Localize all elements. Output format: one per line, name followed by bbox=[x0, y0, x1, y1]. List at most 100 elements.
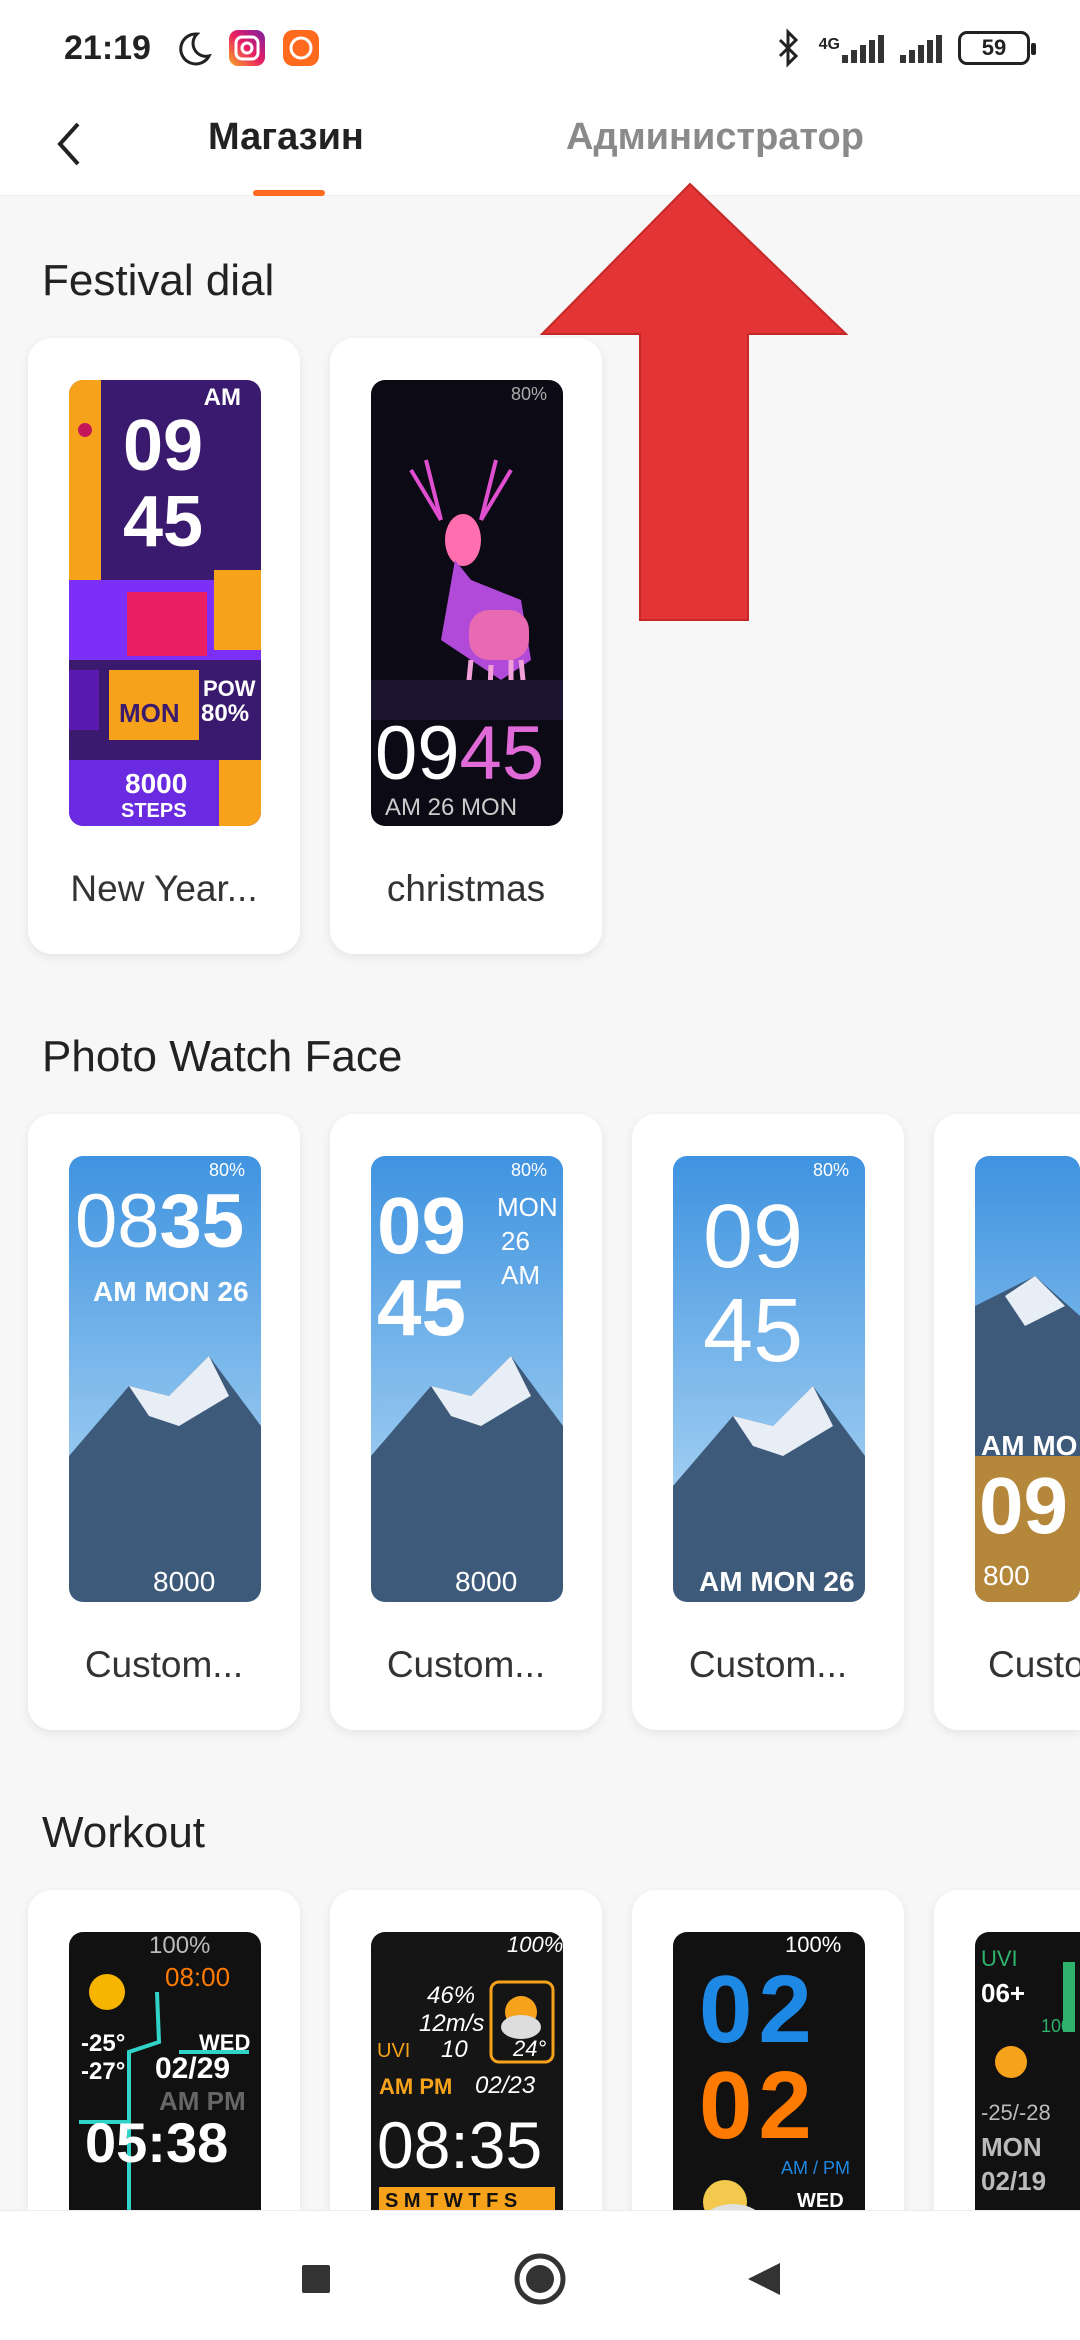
watch-face-name: Custo bbox=[988, 1644, 1080, 1685]
watch-face-card[interactable]: AM 09 45 MON POW 80% 8000 STEPS New Year… bbox=[28, 338, 300, 954]
face-hour: 09 bbox=[703, 1187, 804, 1287]
instagram-icon bbox=[228, 30, 265, 66]
watch-face-card[interactable]: AM MO 09 800 Custo bbox=[934, 1114, 1080, 1730]
face-battery: 100% bbox=[785, 1932, 842, 1957]
face-ampm: AM PM bbox=[379, 2074, 453, 2099]
face-steps-label: STEPS bbox=[121, 800, 187, 822]
watch-face-preview: 80% 09 45 AM MON 26 bbox=[673, 1156, 865, 1602]
face-temp-low: -27° bbox=[81, 2058, 126, 2085]
battery-indicator: 59 bbox=[958, 31, 1036, 65]
watch-face-preview: 100% 08:00 -25° -27° WED 02/29 AM PM 05:… bbox=[69, 1932, 261, 2252]
face-temp-high: -25° bbox=[81, 2030, 126, 2057]
face-date: 26 bbox=[501, 1226, 530, 1256]
chevron-left-icon bbox=[57, 122, 80, 166]
face-minute: 35 bbox=[159, 1179, 245, 1264]
mi-app-icon bbox=[282, 30, 319, 66]
face-battery: 80% bbox=[510, 1160, 547, 1180]
system-nav-bar bbox=[0, 2210, 1080, 2340]
face-steps: 800 bbox=[983, 1560, 1030, 1591]
face-uvi-value: 10 bbox=[441, 2036, 468, 2063]
status-time: 21:19 bbox=[64, 28, 151, 67]
face-uvi-label: UVI bbox=[981, 1946, 1018, 1971]
face-battery: 100% bbox=[507, 1932, 563, 1957]
watch-face-preview: 100% 46% 12m/s UVI 10 24° AM PM 02/23 08… bbox=[371, 1932, 563, 2252]
active-tab-indicator bbox=[253, 190, 325, 196]
face-wind: 12m/s bbox=[419, 2010, 485, 2037]
watch-face-name: Custom... bbox=[688, 1644, 848, 1685]
nav-back-button[interactable] bbox=[734, 2249, 794, 2309]
face-minute: 45 bbox=[703, 1281, 804, 1381]
face-day: MON bbox=[981, 2132, 1042, 2162]
moon-icon bbox=[179, 32, 212, 66]
watch-face-name: christmas bbox=[386, 868, 546, 909]
face-minute: 45 bbox=[377, 1263, 466, 1352]
watch-face-preview: 80% 0945 AM 26 MON bbox=[371, 380, 563, 826]
face-time: 08:35 bbox=[377, 2108, 543, 2182]
tab-administrator[interactable]: Администратор bbox=[566, 116, 864, 159]
triangle-back-icon bbox=[748, 2263, 780, 2295]
face-battery: 80% bbox=[208, 1160, 245, 1180]
face-steps: 8000 bbox=[455, 1566, 518, 1597]
face-hour: 09 bbox=[375, 711, 460, 796]
section-title-festival: Festival dial bbox=[42, 256, 275, 305]
square-recents-icon bbox=[302, 2265, 330, 2293]
face-date: AM MON 26 bbox=[699, 1566, 855, 1597]
circle-home-icon bbox=[514, 2253, 566, 2305]
watch-face-preview: AM MO 09 800 bbox=[975, 1156, 1080, 1602]
face-day: MON bbox=[119, 698, 180, 728]
face-time: 09 bbox=[979, 1461, 1068, 1550]
signal-icon bbox=[842, 33, 884, 63]
face-day: MON bbox=[497, 1192, 558, 1222]
section-title-workout: Workout bbox=[42, 1808, 206, 1857]
watch-face-preview: UVI 06+ 100 -25/-28 MON 02/19 bbox=[975, 1932, 1080, 2252]
face-steps: 8000 bbox=[153, 1566, 216, 1597]
face-date: 02/19 bbox=[981, 2166, 1047, 2196]
face-steps: 8000 bbox=[125, 768, 188, 799]
face-power-value: 80% bbox=[201, 700, 250, 727]
back-button[interactable] bbox=[44, 114, 94, 174]
face-time: 0945 bbox=[375, 716, 544, 792]
tab-store[interactable]: Магазин bbox=[208, 116, 364, 159]
signal-icon bbox=[900, 33, 942, 63]
face-power-label: POW bbox=[203, 676, 256, 701]
face-date: AM 26 MON bbox=[385, 794, 518, 821]
face-hour: 09 bbox=[377, 1181, 466, 1270]
watch-face-name: New Year... bbox=[70, 868, 258, 909]
face-minute: 02 bbox=[699, 2052, 818, 2159]
face-date: AM MO bbox=[981, 1430, 1078, 1461]
face-ampm: AM bbox=[203, 384, 241, 411]
face-time: 0835 bbox=[75, 1184, 244, 1260]
face-hour: 08 bbox=[75, 1179, 160, 1264]
status-bar: 21:19 4G 59 bbox=[0, 0, 1080, 96]
face-date: 02/29 bbox=[155, 2052, 231, 2085]
watch-face-card[interactable]: 80% 0835 AM MON 26 8000 Custom... bbox=[28, 1114, 300, 1730]
face-battery: 80% bbox=[812, 1160, 849, 1180]
section-title-photo: Photo Watch Face bbox=[42, 1032, 403, 1081]
face-time: 05:38 bbox=[85, 2111, 229, 2174]
face-uvi-label: UVI bbox=[377, 2040, 411, 2062]
face-minute: 45 bbox=[123, 482, 204, 562]
face-temp: 24° bbox=[513, 2036, 547, 2061]
face-alarm: 08:00 bbox=[165, 1962, 231, 1992]
face-date: AM MON 26 bbox=[93, 1276, 249, 1307]
watch-face-card[interactable]: 80% 09 45 MON 26 AM 8000 Custom... bbox=[330, 1114, 602, 1730]
recents-button[interactable] bbox=[286, 2249, 346, 2309]
watch-face-name: Custom... bbox=[386, 1644, 546, 1685]
face-hour: 09 bbox=[123, 406, 204, 486]
face-minute: 45 bbox=[459, 711, 545, 796]
red-arrow-annotation bbox=[540, 182, 849, 621]
watch-face-preview: 100% 02 02 AM / PM WED bbox=[673, 1932, 865, 2252]
bluetooth-icon bbox=[778, 28, 798, 68]
face-date: 02/23 bbox=[475, 2072, 536, 2099]
watch-face-preview: 80% 09 45 MON 26 AM 8000 bbox=[371, 1156, 563, 1602]
watch-face-card[interactable]: 80% 09 45 AM MON 26 Custom... bbox=[632, 1114, 904, 1730]
face-temp: -25/-28 bbox=[981, 2100, 1051, 2125]
network-type: 4G bbox=[818, 36, 840, 53]
face-humidity: 46% bbox=[427, 1982, 476, 2009]
face-uvi-value: 06+ bbox=[981, 1978, 1026, 2008]
face-battery: 100% bbox=[149, 1932, 211, 1959]
face-hour: 02 bbox=[699, 1956, 818, 2063]
watch-face-name: Custom... bbox=[84, 1644, 244, 1685]
home-button[interactable] bbox=[510, 2249, 570, 2309]
face-ampm: AM / PM bbox=[781, 2158, 851, 2178]
